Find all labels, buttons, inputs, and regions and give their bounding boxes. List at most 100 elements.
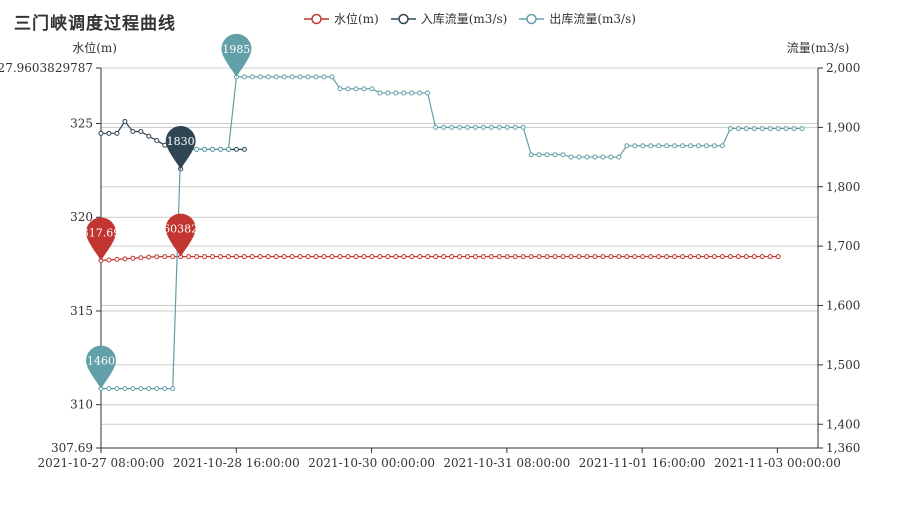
data-point xyxy=(393,254,399,260)
data-point xyxy=(353,254,359,260)
data-point xyxy=(337,254,343,260)
data-point xyxy=(624,254,630,260)
data-point xyxy=(457,124,462,130)
data-point xyxy=(560,254,566,260)
data-point xyxy=(632,254,638,260)
left-tick-label: 327.9603829787 xyxy=(0,61,93,75)
data-point xyxy=(775,126,781,132)
data-point xyxy=(273,74,279,80)
data-point xyxy=(265,254,271,260)
data-point xyxy=(138,129,144,135)
x-tick-label: 2021-11-01 16:00:00 xyxy=(579,456,706,470)
data-point xyxy=(273,254,279,260)
data-point xyxy=(377,254,383,260)
data-point xyxy=(130,255,136,261)
marker-pin: 1830 xyxy=(165,125,196,169)
data-point xyxy=(544,254,550,260)
data-point xyxy=(640,143,646,149)
data-point xyxy=(703,254,709,260)
data-point xyxy=(146,386,152,392)
data-point xyxy=(719,143,725,149)
data-point xyxy=(696,254,701,260)
data-point xyxy=(727,126,733,132)
data-point xyxy=(249,74,255,80)
marker-pin: 1460 xyxy=(86,345,116,389)
right-tick-label: 1,360 xyxy=(826,441,860,455)
data-point xyxy=(170,254,176,260)
data-point xyxy=(759,254,765,260)
data-point xyxy=(106,130,112,136)
data-point xyxy=(122,118,128,124)
data-point xyxy=(472,254,478,260)
data-point xyxy=(289,254,295,260)
x-tick-label: 2021-10-27 08:00:00 xyxy=(38,456,165,470)
data-point xyxy=(672,143,678,149)
data-point xyxy=(528,254,534,260)
data-point xyxy=(680,143,686,149)
data-point xyxy=(711,143,717,149)
data-point xyxy=(496,254,502,260)
data-point xyxy=(194,254,200,260)
data-point xyxy=(504,254,510,260)
marker-pin: 60382 xyxy=(163,213,198,257)
data-point xyxy=(401,254,407,260)
data-point xyxy=(441,124,447,130)
x-tick-label: 2021-10-28 16:00:00 xyxy=(173,456,300,470)
right-tick-label: 1,800 xyxy=(826,180,860,194)
data-point xyxy=(106,257,112,263)
data-point xyxy=(648,143,654,149)
data-point xyxy=(568,154,574,160)
data-point xyxy=(552,152,558,158)
data-point xyxy=(162,254,168,260)
data-point xyxy=(417,254,423,260)
data-point xyxy=(696,143,701,149)
data-point xyxy=(592,254,598,260)
data-point xyxy=(449,124,455,130)
marker-label: 1830 xyxy=(167,135,195,148)
data-point xyxy=(162,386,168,392)
data-point xyxy=(313,254,319,260)
data-point xyxy=(241,146,247,152)
data-point xyxy=(608,154,614,160)
data-point xyxy=(799,126,805,132)
data-point xyxy=(775,254,781,260)
left-tick-label: 315 xyxy=(70,304,93,318)
data-point xyxy=(608,254,614,260)
data-point xyxy=(433,254,439,260)
data-point xyxy=(122,256,128,262)
data-point xyxy=(114,386,120,392)
data-point xyxy=(417,90,423,96)
data-point xyxy=(361,86,367,92)
data-point xyxy=(624,143,630,149)
data-point xyxy=(552,254,558,260)
data-point xyxy=(688,143,694,149)
x-tick-label: 2021-10-31 08:00:00 xyxy=(443,456,570,470)
data-point xyxy=(648,254,654,260)
right-tick-label: 2,000 xyxy=(826,61,860,75)
data-point xyxy=(281,254,287,260)
data-point xyxy=(488,254,494,260)
data-point xyxy=(393,90,399,96)
data-point xyxy=(576,154,582,160)
data-point xyxy=(249,254,255,260)
data-point xyxy=(664,143,670,149)
marker-label: 317.69 xyxy=(82,227,121,240)
data-point xyxy=(218,146,223,152)
data-point xyxy=(202,146,208,152)
marker-label: 1985 xyxy=(222,43,250,56)
data-point xyxy=(457,254,462,260)
left-tick-label: 310 xyxy=(70,398,93,412)
x-tick-label: 2021-11-03 00:00:00 xyxy=(714,456,841,470)
data-point xyxy=(640,254,646,260)
data-point xyxy=(464,254,470,260)
marker-pin: 1985 xyxy=(221,33,252,77)
data-point xyxy=(433,124,439,130)
data-point xyxy=(409,90,415,96)
data-point xyxy=(735,126,741,132)
data-point xyxy=(616,254,622,260)
data-point xyxy=(225,146,231,152)
data-point xyxy=(345,254,351,260)
data-point xyxy=(369,254,375,260)
data-point xyxy=(783,126,789,132)
data-point xyxy=(225,254,231,260)
